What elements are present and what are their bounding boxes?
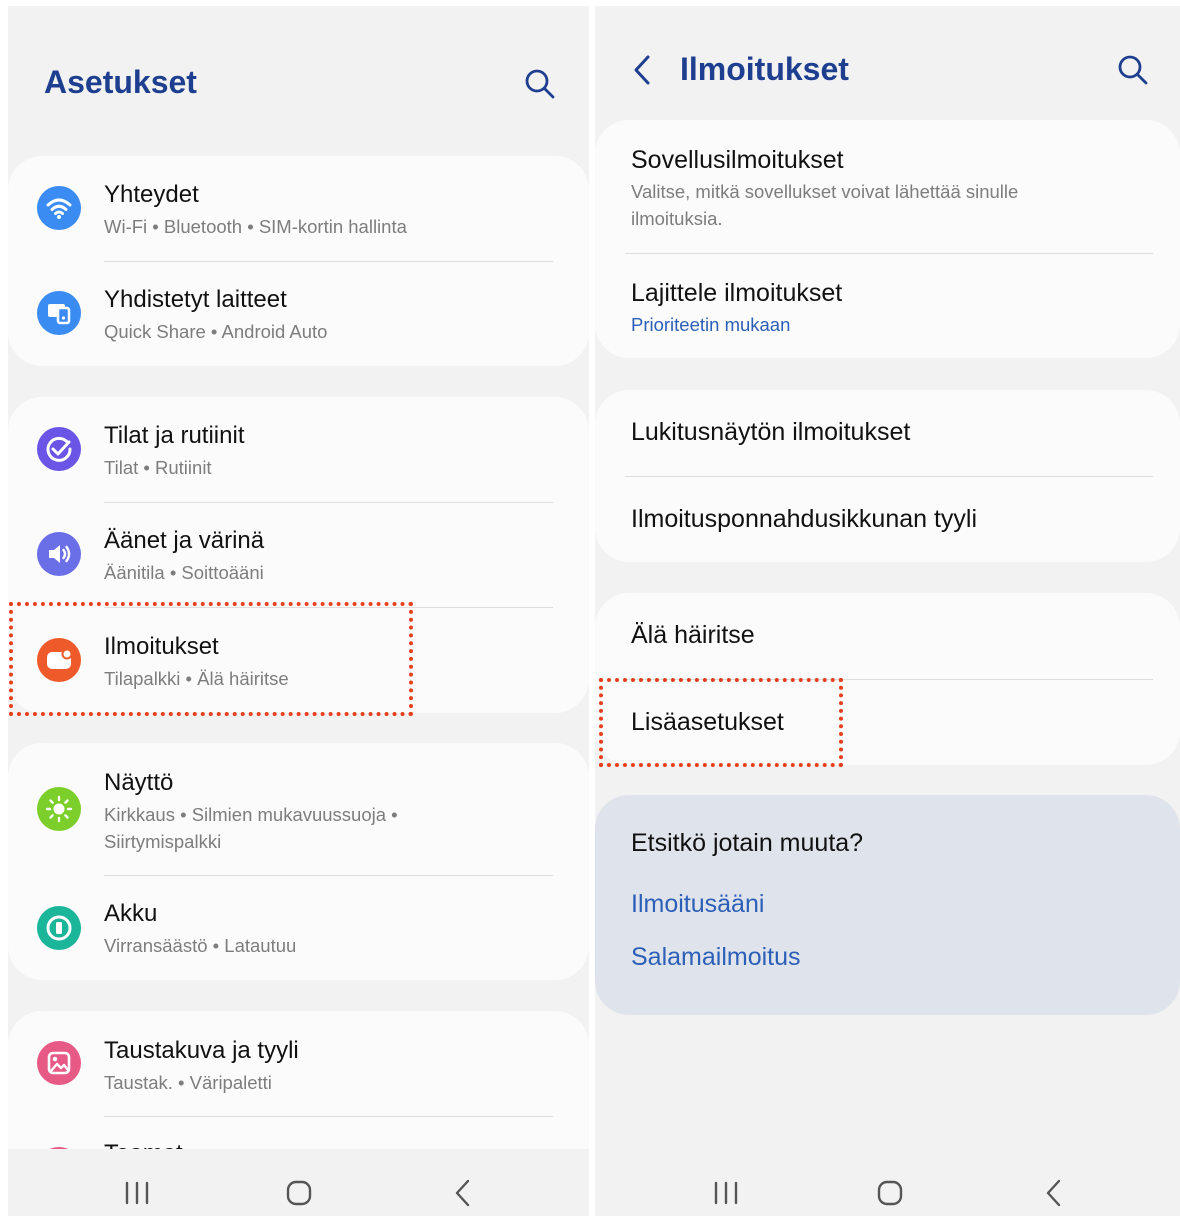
item-description: Valitse, mitkä sovellukset voivat lähett… bbox=[631, 181, 1019, 229]
wallpaper-icon bbox=[37, 1041, 81, 1085]
notification-group-lockscreen: Lukitusnäytön ilmoitukset Ilmoitusponnah… bbox=[595, 390, 1180, 562]
item-title: Äänet ja värinä bbox=[104, 527, 265, 554]
setting-popup-style[interactable]: Ilmoitusponnahdusikkunan tyyli bbox=[595, 477, 1180, 562]
item-subtitle: Wi-Fi • Bluetooth • SIM-kortin hallinta bbox=[104, 216, 407, 237]
setting-lockscreen-notifications[interactable]: Lukitusnäytön ilmoitukset bbox=[595, 390, 1180, 476]
item-title: Lajittele ilmoitukset bbox=[631, 279, 843, 307]
wifi-icon bbox=[37, 186, 81, 230]
suggestions-card: Etsitkö jotain muuta? Ilmoitusääni Salam… bbox=[595, 795, 1180, 1015]
item-title: Sovellusilmoitukset bbox=[631, 146, 844, 174]
volume-icon bbox=[37, 532, 81, 576]
item-subtitle: Tilat • Rutiinit bbox=[104, 457, 212, 478]
item-subtitle: Taustak. • Väripaletti bbox=[104, 1072, 272, 1093]
highlight-box bbox=[9, 602, 413, 716]
suggestions-heading: Etsitkö jotain muuta? bbox=[631, 829, 864, 857]
item-subtitle: Virransäästö • Latautuu bbox=[104, 935, 297, 956]
settings-item-sounds[interactable]: Äänet ja värinä Äänitila • Soittoääni bbox=[8, 502, 589, 607]
item-title: Lukitusnäytön ilmoitukset bbox=[631, 418, 911, 446]
item-subtitle-line1: Kirkkaus • Silmien mukavuussuoja • bbox=[104, 804, 398, 825]
highlight-box bbox=[599, 678, 843, 767]
item-title: Älä häiritse bbox=[631, 621, 755, 649]
setting-sort-notifications[interactable]: Lajittele ilmoitukset Prioriteetin mukaa… bbox=[595, 254, 1180, 358]
settings-item-modes-routines[interactable]: Tilat ja rutiinit Tilat • Rutiinit bbox=[8, 397, 589, 502]
settings-group-display: Näyttö Kirkkaus • Silmien mukavuussuoja … bbox=[8, 743, 589, 980]
item-title: Akku bbox=[104, 900, 158, 927]
settings-screen: Asetukset Yhteydet Wi-Fi • Bluetooth • S… bbox=[8, 6, 589, 1216]
search-icon[interactable] bbox=[1113, 50, 1153, 90]
search-icon[interactable] bbox=[520, 64, 560, 104]
item-title: Näyttö bbox=[104, 769, 174, 796]
settings-item-connected-devices[interactable]: Yhdistetyt laitteet Quick Share • Androi… bbox=[8, 261, 589, 366]
settings-item-wallpaper[interactable]: Taustakuva ja tyyli Taustak. • Väripalet… bbox=[8, 1011, 589, 1116]
item-value: Prioriteetin mukaan bbox=[631, 314, 791, 335]
item-title: Taustakuva ja tyyli bbox=[104, 1037, 299, 1064]
page-title: Ilmoitukset bbox=[680, 51, 849, 87]
notification-group-apps: Sovellusilmoitukset Valitse, mitkä sovel… bbox=[595, 120, 1180, 358]
back-arrow-icon[interactable] bbox=[623, 50, 663, 90]
home-icon[interactable] bbox=[279, 1173, 319, 1213]
settings-group-connections: Yhteydet Wi-Fi • Bluetooth • SIM-kortin … bbox=[8, 156, 589, 366]
item-title: Yhdistetyt laitteet bbox=[104, 286, 287, 313]
settings-item-display[interactable]: Näyttö Kirkkaus • Silmien mukavuussuoja … bbox=[8, 743, 589, 875]
notifications-screen: Ilmoitukset Sovellusilmoitukset Valitse,… bbox=[595, 6, 1180, 1216]
battery-icon bbox=[37, 906, 81, 950]
recent-apps-icon[interactable] bbox=[706, 1173, 746, 1213]
item-subtitle: Äänitila • Soittoääni bbox=[104, 562, 264, 583]
back-icon[interactable] bbox=[1035, 1173, 1075, 1213]
setting-app-notifications[interactable]: Sovellusilmoitukset Valitse, mitkä sovel… bbox=[595, 120, 1180, 253]
back-icon[interactable] bbox=[444, 1173, 484, 1213]
link-notification-sound[interactable]: Ilmoitusääni bbox=[631, 890, 764, 919]
setting-do-not-disturb[interactable]: Älä häiritse bbox=[595, 593, 1180, 679]
settings-item-connections[interactable]: Yhteydet Wi-Fi • Bluetooth • SIM-kortin … bbox=[8, 156, 589, 261]
modes-routines-icon bbox=[37, 427, 81, 471]
recent-apps-icon[interactable] bbox=[117, 1173, 157, 1213]
item-subtitle: Quick Share • Android Auto bbox=[104, 321, 328, 342]
brightness-icon bbox=[37, 787, 81, 831]
connected-devices-icon bbox=[37, 291, 81, 335]
item-title: Ilmoitusponnahdusikkunan tyyli bbox=[631, 505, 978, 533]
item-title: Yhteydet bbox=[104, 181, 199, 208]
item-title: Tilat ja rutiinit bbox=[104, 422, 245, 449]
page-title: Asetukset bbox=[44, 64, 197, 100]
link-flash-notification[interactable]: Salamailmoitus bbox=[631, 943, 801, 972]
settings-item-battery[interactable]: Akku Virransäästö • Latautuu bbox=[8, 876, 589, 980]
item-subtitle-line2: Siirtymispalkki bbox=[104, 831, 222, 852]
home-icon[interactable] bbox=[870, 1173, 910, 1213]
